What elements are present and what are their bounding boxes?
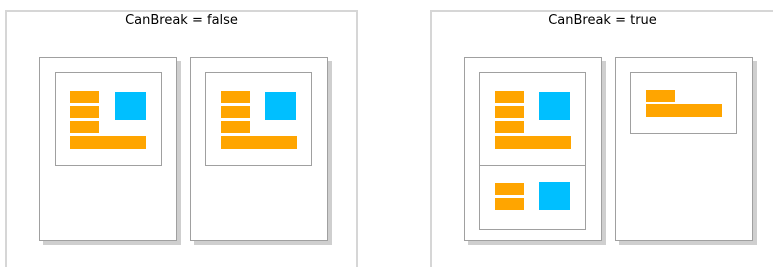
orange-wide-bar: [221, 136, 297, 149]
orange-bar: [221, 91, 250, 103]
page-2: [190, 57, 328, 241]
orange-bar: [70, 91, 99, 103]
cyan-square: [539, 92, 570, 120]
content-block: [630, 72, 737, 134]
orange-bar: [495, 91, 524, 103]
orange-bar: [221, 106, 250, 118]
content-block-top: [479, 72, 586, 166]
canbreak-true-panel: CanBreak = true: [430, 10, 773, 267]
page-1: [39, 57, 177, 241]
orange-bar: [646, 90, 675, 102]
canbreak-false-panel: CanBreak = false: [5, 10, 358, 267]
orange-wide-bar: [70, 136, 146, 149]
content-block: [55, 72, 162, 166]
orange-bar: [495, 121, 524, 133]
orange-bar: [495, 106, 524, 118]
cyan-square: [539, 182, 570, 210]
canbreak-diagram: CanBreak = false CanBreak = true: [0, 0, 773, 267]
orange-wide-bar: [495, 136, 571, 149]
canbreak-true-title: CanBreak = true: [548, 13, 657, 28]
orange-bar: [70, 106, 99, 118]
content-block-bottom: [479, 165, 586, 230]
orange-bar: [221, 121, 250, 133]
orange-bar: [495, 198, 524, 210]
cyan-square: [265, 92, 296, 120]
orange-wide-bar: [646, 104, 722, 117]
page-1: [464, 57, 602, 241]
orange-bar: [70, 121, 99, 133]
cyan-square: [115, 92, 146, 120]
page-2: [615, 57, 753, 241]
content-block: [205, 72, 312, 166]
orange-bar: [495, 183, 524, 195]
canbreak-false-title: CanBreak = false: [125, 13, 238, 28]
